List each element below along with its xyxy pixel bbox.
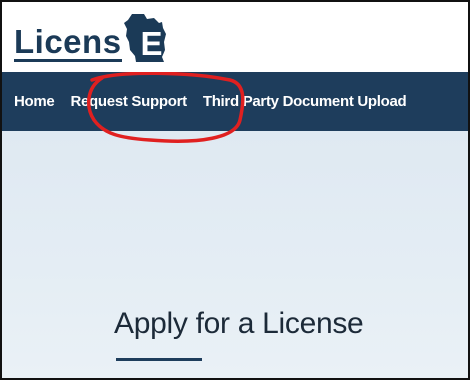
nav-item-third-party-document-upload[interactable]: Third Party Document Upload bbox=[187, 93, 407, 110]
wisconsin-state-icon: E bbox=[118, 12, 174, 62]
logo-text: Licens bbox=[14, 23, 122, 62]
nav-item-home[interactable]: Home bbox=[2, 93, 55, 110]
nav-item-request-support[interactable]: Request Support bbox=[54, 93, 187, 110]
title-underline bbox=[116, 358, 202, 361]
page-title: Apply for a License bbox=[114, 307, 364, 340]
browser-frame: Licens E Home Request Support Third Part… bbox=[0, 0, 470, 380]
hero-banner: Apply for a License bbox=[2, 131, 468, 378]
logo-mark-letter: E bbox=[140, 25, 163, 62]
site-logo[interactable]: Licens E bbox=[14, 12, 174, 62]
site-header: Licens E bbox=[2, 2, 468, 72]
main-nav: Home Request Support Third Party Documen… bbox=[2, 72, 468, 131]
